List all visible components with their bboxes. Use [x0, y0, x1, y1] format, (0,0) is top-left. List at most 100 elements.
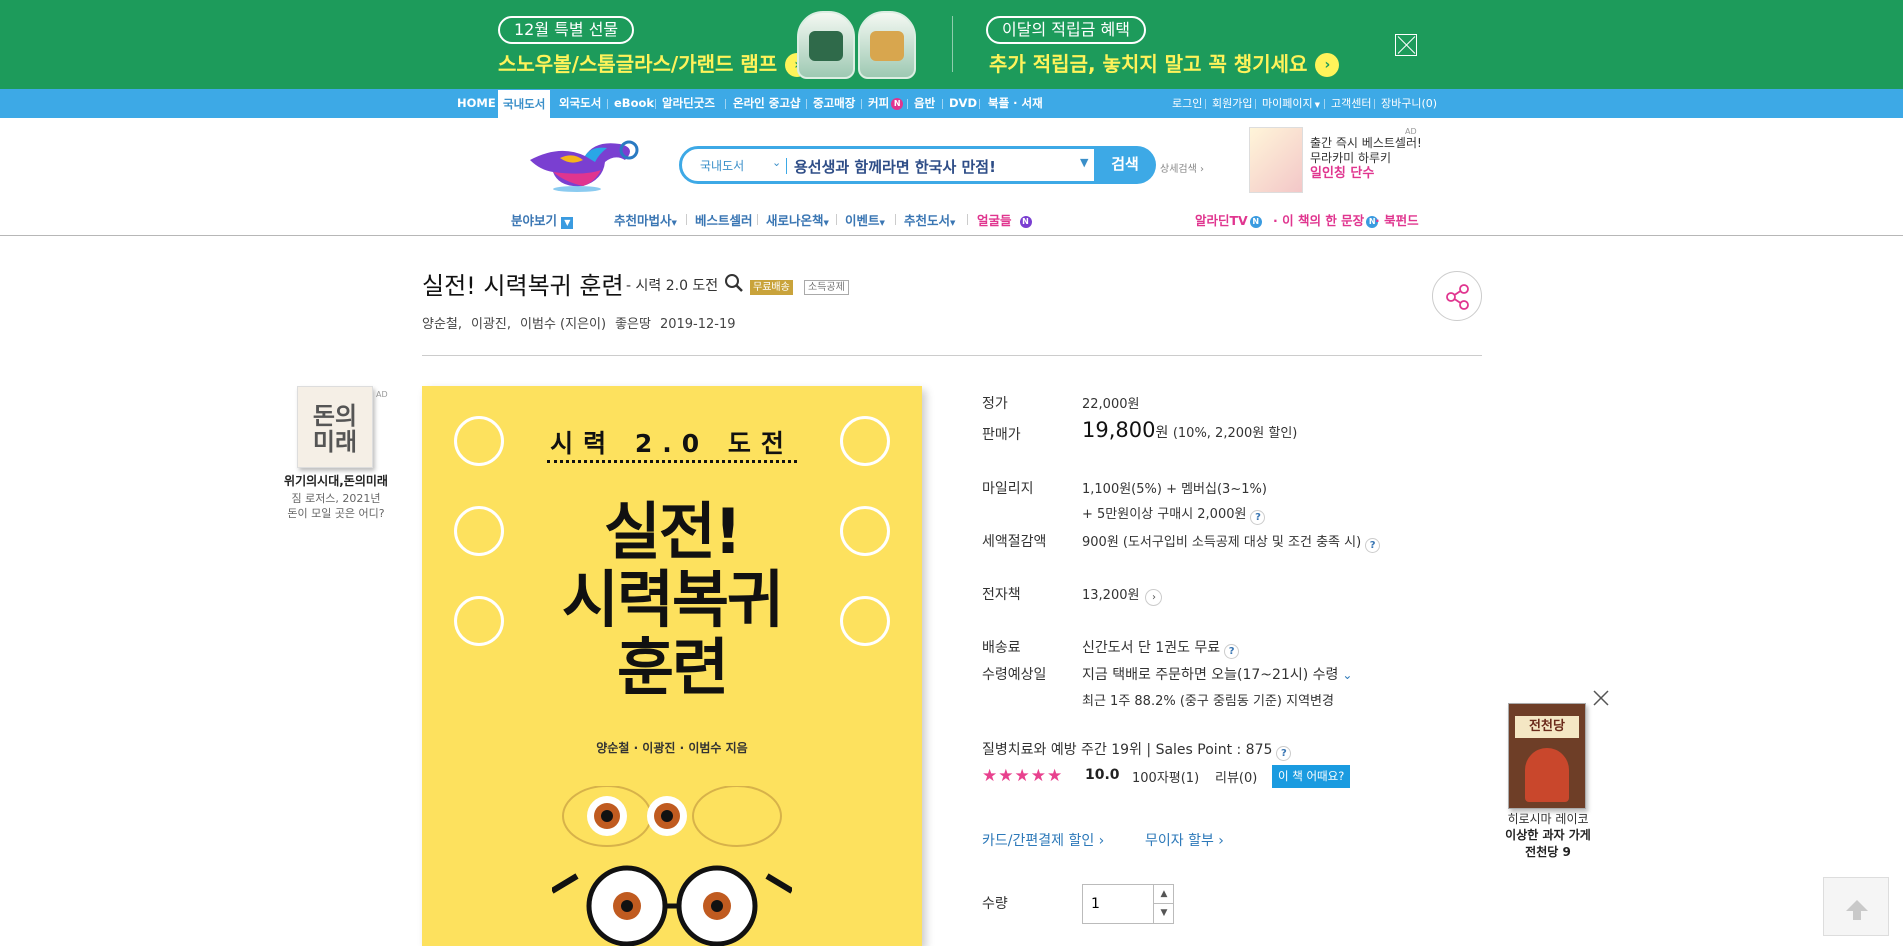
target-icon [840, 506, 890, 556]
search-category-select[interactable]: 국내도서 [700, 157, 744, 174]
ad-tag: AD [376, 390, 388, 399]
divider [806, 99, 807, 109]
catnav-bookfund[interactable]: · 북펀드 [1375, 210, 1419, 229]
close-icon[interactable] [1395, 34, 1417, 56]
promo-left-pill[interactable]: 12월 특별 선물 [498, 16, 635, 44]
cover-illustration [552, 786, 792, 946]
divider [422, 355, 1482, 356]
search-dropdown-icon[interactable]: ▼ [1080, 156, 1088, 169]
chevron-down-icon[interactable]: ⌄ [772, 156, 781, 169]
topnav-home[interactable]: HOME [457, 89, 496, 118]
topnav-goods[interactable]: 알라딘굿즈 [662, 89, 715, 118]
scroll-top-button[interactable] [1823, 877, 1889, 936]
author-link[interactable]: 이범수 (지은이) [520, 317, 606, 332]
catnav-label: 새로나온책 [766, 213, 824, 228]
search-input[interactable] [794, 154, 1054, 178]
catnav-faces[interactable]: 얼굴들 N [977, 210, 1032, 229]
topnav-ebook[interactable]: eBook [614, 89, 654, 118]
catnav-aladin-tv[interactable]: 알라딘TV N [1195, 210, 1262, 229]
chevron-down-icon[interactable]: ⌄ [1342, 668, 1352, 682]
caret-down-icon: ▼ [823, 219, 829, 227]
publisher-link[interactable]: 좋은땅 [615, 317, 651, 332]
top-ad[interactable]: AD 출간 즉시 베스트셀러! 무라카미 하루키 일인칭 단수 [1249, 127, 1422, 193]
search-button[interactable]: 검색 [1094, 146, 1156, 184]
rank-line[interactable]: 질병치료와 예방 주간 19위 | Sales Point : 875 [982, 742, 1272, 758]
shipping-value: 신간도서 단 1권도 무료 [1082, 640, 1221, 656]
divider [1255, 99, 1256, 109]
card-discount-label: 카드/간편결제 할인 [982, 833, 1095, 849]
help-icon[interactable]: ? [1224, 644, 1240, 659]
search-icon[interactable] [724, 273, 744, 293]
catnav-recommend-wizard[interactable]: 추천마법사▼ [614, 210, 677, 229]
ad-book-cover [1249, 127, 1303, 193]
share-icon [1446, 284, 1469, 310]
chevron-right-icon: › [1315, 53, 1340, 77]
close-icon[interactable] [1591, 688, 1611, 708]
left-ad-title[interactable]: 위기의시대,돈의미래 [281, 472, 391, 489]
installment-link[interactable]: 무이자 할부 › [1145, 830, 1224, 850]
ad-line2: 무라카미 하루키 [1310, 151, 1392, 165]
ebook-price[interactable]: 13,200원 [1082, 588, 1139, 603]
topnav-foreign-books[interactable]: 외국도서 [559, 89, 601, 118]
topnav-dvd[interactable]: DVD [949, 89, 977, 118]
cover-art [1525, 748, 1569, 802]
topnav-mypage-label: 마이페이지 [1262, 97, 1313, 110]
help-icon[interactable]: ? [1250, 510, 1266, 525]
catnav-label: 추천도서 [904, 213, 951, 228]
author-link[interactable]: 이광진, [471, 317, 511, 332]
catnav-label: 알라딘TV [1195, 213, 1248, 228]
topnav-used-shop[interactable]: 온라인 중고샵 [733, 89, 800, 118]
how-about-book-button[interactable]: 이 책 어때요? [1272, 765, 1351, 788]
divider [1374, 99, 1375, 109]
divider [607, 99, 608, 109]
topnav-support[interactable]: 고객센터 [1331, 89, 1371, 118]
cover-dotted-line [547, 460, 797, 463]
detail-search-link[interactable]: 상세검색 › [1160, 160, 1204, 175]
tax-value: 900원 (도서구입비 소득공제 대상 및 조건 충족 시) [1082, 535, 1362, 550]
browse-categories[interactable]: 분야보기 ▼ [511, 210, 574, 229]
review-link[interactable]: 리뷰(0) [1215, 767, 1257, 786]
topnav-used-store[interactable]: 중고매장 [813, 89, 855, 118]
floating-book-cover[interactable]: 전천당 [1508, 703, 1586, 809]
book-cover-image[interactable]: 시력 2.0 도전 실전! 시력복귀 훈련 양순철 · 이광진 · 이범수 지음 [422, 386, 922, 946]
catnav-new-books[interactable]: 새로나온책▼ [766, 210, 829, 229]
floating-title[interactable]: 이상한 과자 가게 [1478, 826, 1618, 843]
card-discount-link[interactable]: 카드/간편결제 할인 › [982, 830, 1104, 850]
sale-unit: 원 [1155, 425, 1169, 441]
quantity-input[interactable] [1083, 885, 1153, 923]
share-button[interactable] [1432, 271, 1482, 321]
help-icon[interactable]: ? [1365, 538, 1381, 553]
short-review-link[interactable]: 100자평(1) [1132, 767, 1199, 786]
help-icon[interactable]: ? [1276, 746, 1292, 761]
caret-down-icon: ▼ [1314, 101, 1320, 109]
decrement-icon[interactable]: ▼ [1153, 904, 1174, 923]
topnav-login[interactable]: 로그인 [1172, 89, 1202, 118]
catnav-bestseller[interactable]: 베스트셀러 [695, 210, 753, 229]
catnav-events[interactable]: 이벤트▼ [845, 210, 885, 229]
chevron-right-icon[interactable]: › [1145, 589, 1163, 606]
mileage-line2: + 5만원이상 구매시 2,000원 [1082, 507, 1247, 522]
free-shipping-badge: 무료배송 [750, 280, 793, 295]
author-link[interactable]: 양순철, [422, 317, 462, 332]
floating-title2[interactable]: 전천당 9 [1478, 843, 1618, 860]
topnav-signup[interactable]: 회원가입 [1212, 89, 1252, 118]
topnav-mypage[interactable]: 마이페이지 ▼ [1262, 89, 1320, 118]
receive-line2[interactable]: 최근 1주 88.2% (중구 중림동 기준) 지역변경 [1082, 690, 1334, 709]
sale-price: 19,800 [1082, 418, 1156, 442]
left-ad-book-cover[interactable]: 돈의미래 [297, 386, 373, 468]
topnav-coffee[interactable]: 커피 N [868, 89, 904, 118]
catnav-one-sentence[interactable]: · 이 책의 한 문장 N [1273, 210, 1379, 229]
catnav-recommended[interactable]: 추천도서▼ [904, 210, 955, 229]
left-ad-cover-text: 돈의미래 [312, 402, 358, 456]
topnav-bookple[interactable]: 북플 · 서재 [988, 89, 1043, 118]
increment-icon[interactable]: ▲ [1153, 885, 1174, 904]
promo-left-link[interactable]: 스노우볼/스톰글라스/가랜드 램프› [498, 48, 810, 77]
topnav-korean-books[interactable]: 국내도서 [498, 90, 551, 118]
topnav-music[interactable]: 음반 [914, 89, 935, 118]
topnav-cart[interactable]: 장바구니(0) [1381, 89, 1437, 118]
shipping-label: 배송료 [982, 640, 1021, 656]
promo-right-pill[interactable]: 이달의 적립금 혜택 [986, 16, 1146, 44]
aladin-logo[interactable] [525, 132, 645, 192]
sale-price-label: 판매가 [982, 427, 1021, 443]
promo-right-link[interactable]: 추가 적립금, 놓치지 말고 꼭 챙기세요 › [989, 48, 1340, 77]
